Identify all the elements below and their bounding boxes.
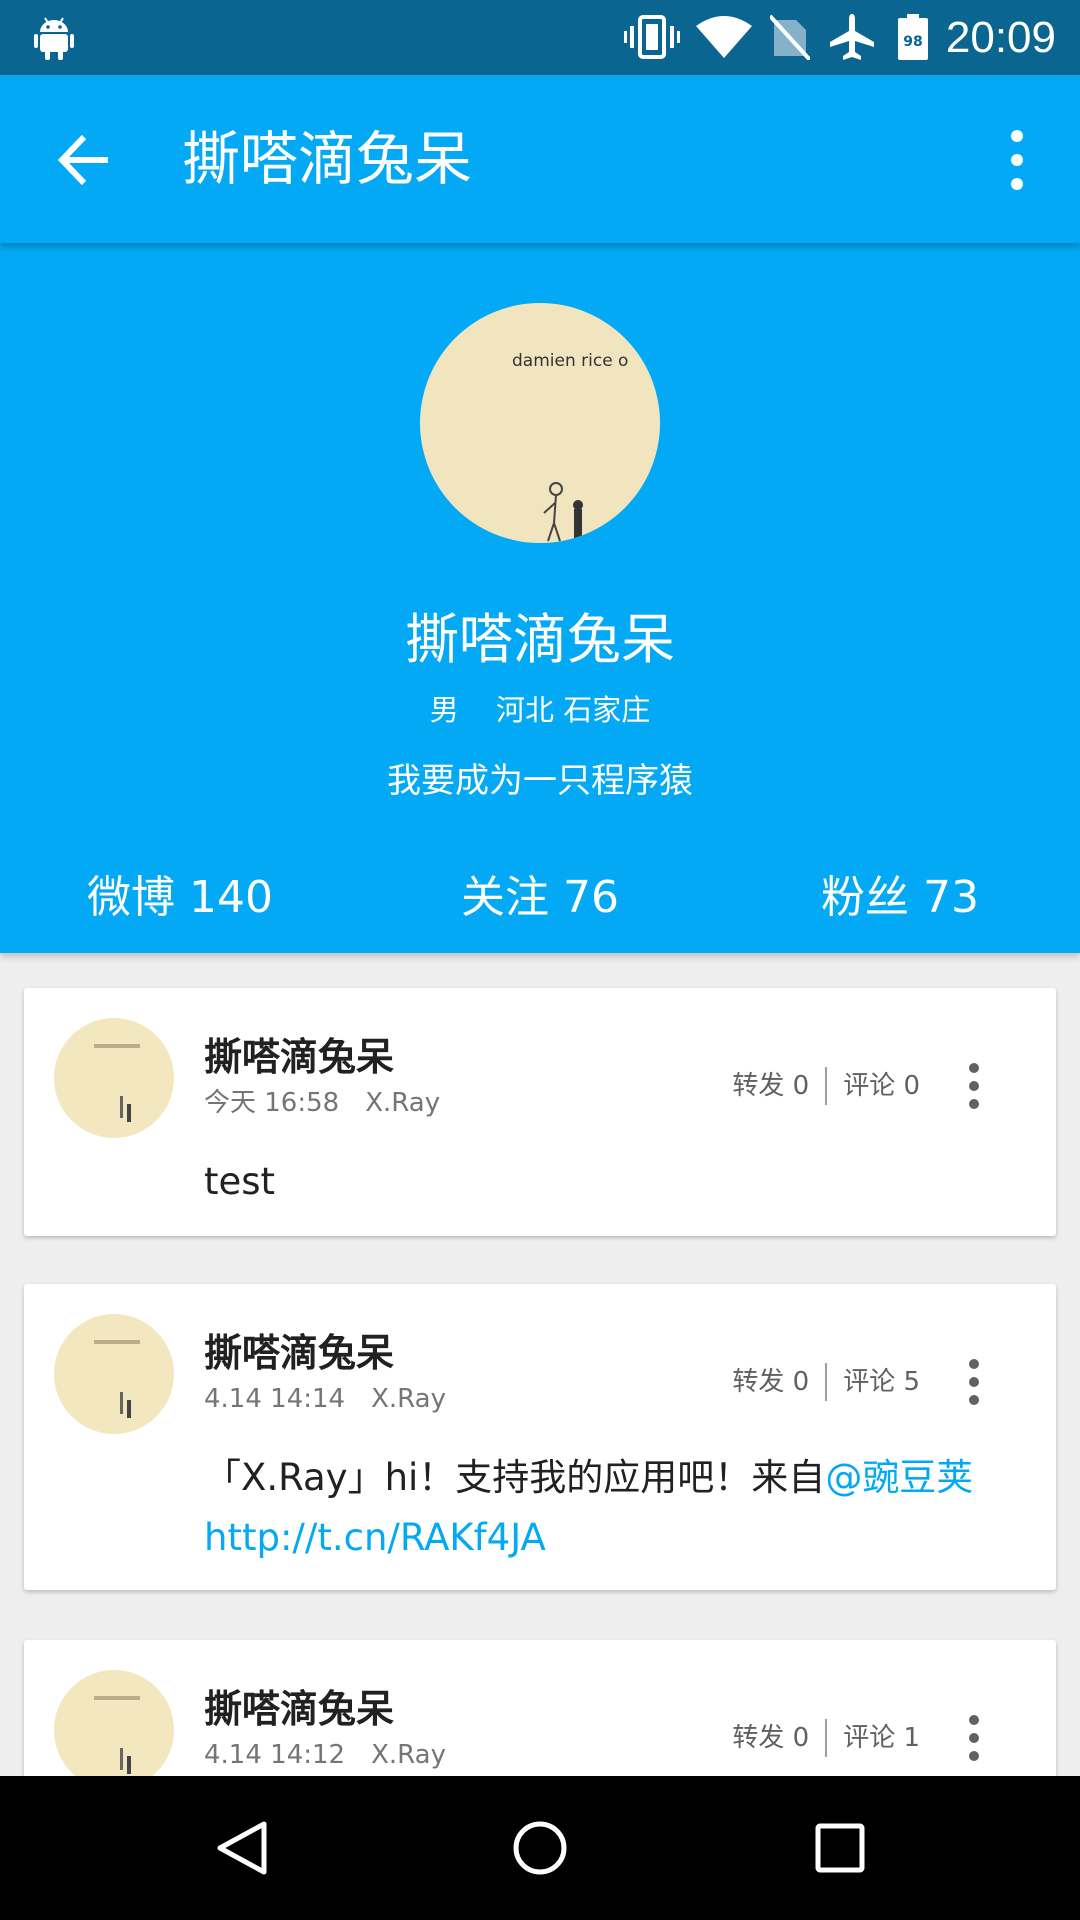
nav-back-icon[interactable] — [212, 1818, 272, 1878]
repost-count[interactable]: 转发 0 — [732, 1066, 809, 1106]
avatar[interactable] — [54, 1018, 174, 1138]
repost-count[interactable]: 转发 0 — [732, 1362, 809, 1402]
weibo-card[interactable]: 撕嗒滴兔呆 4.14 14:14 X.Ray 转发 0 评论 5 「X.Ray」h… — [24, 1284, 1056, 1590]
stat-fans[interactable]: 粉丝 73 — [720, 858, 1080, 938]
avatar-art — [94, 1044, 140, 1122]
post-counts: 转发 0 评论 5 — [732, 1362, 920, 1402]
system-nav-bar — [0, 1776, 1080, 1920]
profile-location: 河北 石家庄 — [496, 693, 651, 727]
nav-recents-icon[interactable] — [812, 1818, 868, 1878]
avatar-art-text: damien rice o — [512, 351, 629, 371]
comment-count[interactable]: 评论 5 — [843, 1362, 920, 1402]
post-time: 今天 16:58 — [204, 1088, 340, 1118]
avatar[interactable] — [54, 1314, 174, 1434]
vibrate-icon — [624, 15, 680, 59]
android-icon — [34, 17, 74, 60]
profile-header: damien rice o 撕嗒滴兔呆 男 河北 石家庄 我要成为一只程序猿 微… — [0, 243, 1080, 953]
post-time: 4.14 14:12 — [204, 1740, 346, 1770]
author-name[interactable]: 撕嗒滴兔呆 — [204, 1686, 394, 1732]
post-counts: 转发 0 评论 0 — [732, 1066, 920, 1106]
weibo-card[interactable]: 撕嗒滴兔呆 今天 16:58 X.Ray 转发 0 评论 0 test — [24, 988, 1056, 1236]
nav-home-icon[interactable] — [510, 1818, 570, 1878]
avatar-art — [94, 1340, 140, 1418]
profile-gender: 男 — [429, 693, 459, 727]
post-source: X.Ray — [371, 1384, 446, 1414]
battery-icon: 98 — [898, 14, 928, 60]
post-meta: 4.14 14:14 X.Ray — [204, 1382, 446, 1416]
profile-stats: 微博 140 关注 76 粉丝 73 — [0, 858, 1080, 938]
post-meta: 今天 16:58 X.Ray — [204, 1086, 440, 1120]
post-time: 4.14 14:14 — [204, 1384, 346, 1414]
clock: 20:09 — [945, 13, 1056, 62]
app-bar: 撕嗒滴兔呆 — [0, 75, 1080, 243]
post-counts: 转发 0 评论 1 — [732, 1718, 920, 1758]
url-link[interactable]: http://t.cn/RAKf4JA — [204, 1516, 546, 1559]
post-source: X.Ray — [371, 1740, 446, 1770]
airplane-icon — [830, 14, 874, 60]
post-text: test — [204, 1160, 276, 1203]
more-vert-icon[interactable] — [982, 120, 1052, 200]
mention-link[interactable]: @豌豆荚 — [825, 1456, 973, 1499]
page-title: 撕嗒滴兔呆 — [182, 125, 473, 193]
more-vert-icon[interactable] — [962, 1358, 986, 1406]
stat-following[interactable]: 关注 76 — [360, 858, 720, 938]
stat-weibo[interactable]: 微博 140 — [0, 858, 360, 938]
status-bar: 98 20:09 — [0, 0, 1080, 75]
repost-count[interactable]: 转发 0 — [732, 1718, 809, 1758]
author-name[interactable]: 撕嗒滴兔呆 — [204, 1330, 394, 1376]
avatar[interactable] — [54, 1670, 174, 1790]
divider — [825, 1719, 828, 1757]
wifi-icon — [696, 16, 752, 58]
more-vert-icon[interactable] — [962, 1714, 986, 1762]
svg-text:98: 98 — [903, 34, 922, 50]
arrow-back-icon[interactable] — [50, 125, 120, 195]
post-text-content: 「X.Ray」hi！支持我的应用吧！来自 — [204, 1456, 826, 1499]
no-sim-icon — [770, 14, 810, 60]
divider — [825, 1363, 828, 1401]
post-source: X.Ray — [365, 1088, 441, 1118]
avatar-art — [94, 1696, 140, 1774]
avatar-figure — [543, 482, 583, 542]
author-name[interactable]: 撕嗒滴兔呆 — [204, 1034, 394, 1080]
comment-count[interactable]: 评论 0 — [843, 1066, 920, 1106]
divider — [825, 1067, 828, 1105]
comment-count[interactable]: 评论 1 — [843, 1718, 920, 1758]
profile-bio: 我要成为一只程序猿 — [387, 761, 693, 801]
post-meta: 4.14 14:12 X.Ray — [204, 1738, 446, 1772]
profile-avatar[interactable]: damien rice o — [420, 303, 660, 543]
more-vert-icon[interactable] — [962, 1062, 986, 1110]
profile-meta: 男 河北 石家庄 — [0, 690, 1080, 730]
profile-name: 撕嗒滴兔呆 — [405, 608, 675, 671]
post-text: 「X.Ray」hi！支持我的应用吧！来自@豌豆荚 http://t.cn/RAK… — [204, 1448, 1024, 1568]
